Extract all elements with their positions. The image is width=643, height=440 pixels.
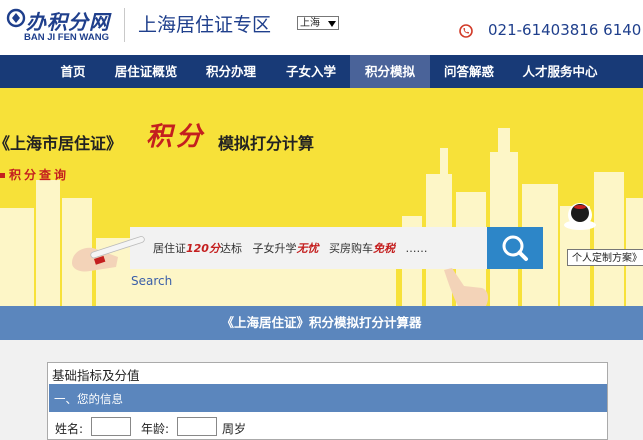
name-label: 姓名: [55,422,84,436]
age-unit-label: 周岁 [222,422,247,436]
hotline-number: 021-61403816 6140 [488,21,642,39]
hand-with-pen-illustration [72,236,145,272]
nav-item-school[interactable]: 子女入学 [276,55,346,88]
logo-text-en: BAN JI FEN WANG [24,32,109,43]
custom-plan-button[interactable]: 个人定制方案》 [567,249,643,266]
age-label: 年龄: [141,422,170,436]
site-logo[interactable]: 办积分网 BAN JI FEN WANG [6,4,116,48]
banner-title: 《上海市居住证》 [0,134,123,153]
coffee-cup-icon [564,203,596,230]
search-button[interactable] [487,227,543,269]
site-title: 上海居住证专区 [138,14,272,36]
nav-item-simulation[interactable]: 积分模拟 [350,55,430,88]
section-bar [49,384,607,412]
nav-item-overview[interactable]: 居住证概览 [104,55,188,88]
main-nav: 首页 居住证概览 积分办理 子女入学 积分模拟 问答解惑 人才服务中心 [0,55,643,88]
bullet-icon [0,173,5,178]
panel-heading: 基础指标及分值 [52,368,140,383]
city-select[interactable]: 上海 [297,16,339,30]
city-select-value: 上海 [300,18,320,29]
banner-title-highlight: 积分 [146,122,207,152]
age-input[interactable] [177,417,217,436]
logo-mark-icon [6,8,26,28]
nav-item-faq[interactable]: 问答解惑 [434,55,504,88]
chevron-down-icon [328,21,336,27]
phone-icon [459,24,473,38]
calculator-title: 《上海居住证》积分模拟打分计算器 [221,315,422,330]
search-icon [502,235,528,261]
points-query-label[interactable]: 积分查询 [0,166,69,183]
nav-item-points[interactable]: 积分办理 [196,55,266,88]
banner-subtitle: 模拟打分计算 [218,134,315,153]
search-placeholder-text: 居住证120分达标 子女升学无忧 买房购车免税 …… [153,242,428,255]
header-divider [124,8,125,42]
nav-item-talent[interactable]: 人才服务中心 [510,55,610,88]
name-input[interactable] [91,417,131,436]
pointing-hand-illustration [444,268,489,306]
nav-item-home[interactable]: 首页 [50,55,96,88]
logo-text-cn: 办积分网 [26,10,110,34]
search-caption: Search [131,274,173,288]
section-title: 一、您的信息 [54,392,123,406]
